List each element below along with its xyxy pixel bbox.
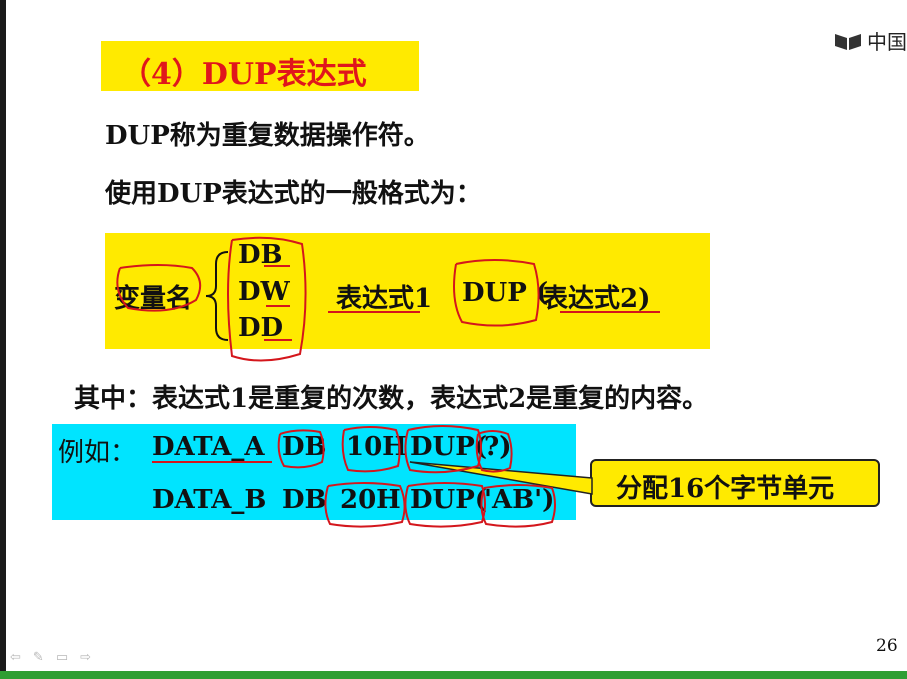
example-row2-dup: DUP( — [410, 485, 488, 515]
bottom-status-bar — [0, 671, 907, 679]
pen-icon[interactable]: ✎ — [33, 650, 44, 665]
page-number: 26 — [876, 636, 898, 656]
example-row1-dup: DUP( — [410, 432, 488, 462]
format-expr1: 表达式1 — [336, 284, 433, 314]
slide-nav-controls[interactable]: ⇦ ✎ ▭ ⇨ — [10, 650, 91, 665]
example-row2-content: 'AB') — [484, 485, 555, 515]
logo-text: 中国 — [867, 30, 907, 54]
logo: 中国 — [833, 26, 907, 55]
format-intro-line: 使用DUP表达式的一般格式为： — [105, 179, 482, 209]
example-row1-dir: DB — [282, 432, 327, 462]
format-directive-db: DB — [238, 240, 283, 270]
format-expr2: 表达式2) — [542, 284, 651, 314]
format-directive-dd: DD — [238, 313, 284, 343]
example-row2-name: DATA_B — [152, 485, 267, 515]
example-row2-count: 20H — [340, 485, 401, 515]
explanation-line: 其中：表达式1是重复的次数，表达式2是重复的内容。 — [74, 384, 709, 414]
left-brace — [205, 251, 229, 341]
left-frame-edge — [0, 0, 6, 679]
next-arrow-icon[interactable]: ⇨ — [80, 650, 91, 665]
format-var-name: 变量名 — [114, 284, 193, 314]
example-row1-content: ?) — [484, 432, 512, 462]
example-row1-name: DATA_A — [152, 432, 265, 462]
slide-title: （4）DUP表达式 — [121, 57, 367, 92]
book-logo-icon — [835, 33, 861, 50]
definition-line: DUP称为重复数据操作符。 — [105, 121, 430, 151]
format-directive-dw: DW — [238, 277, 290, 307]
example-row1-count: 10H — [346, 432, 407, 462]
example-label: 例如： — [58, 438, 137, 468]
callout-text: 分配16个字节单元 — [616, 474, 835, 504]
format-dup: DUP ( — [462, 278, 549, 308]
prev-arrow-icon[interactable]: ⇦ — [10, 650, 21, 665]
example-row2-dir: DB — [282, 485, 327, 515]
menu-icon[interactable]: ▭ — [56, 650, 68, 665]
